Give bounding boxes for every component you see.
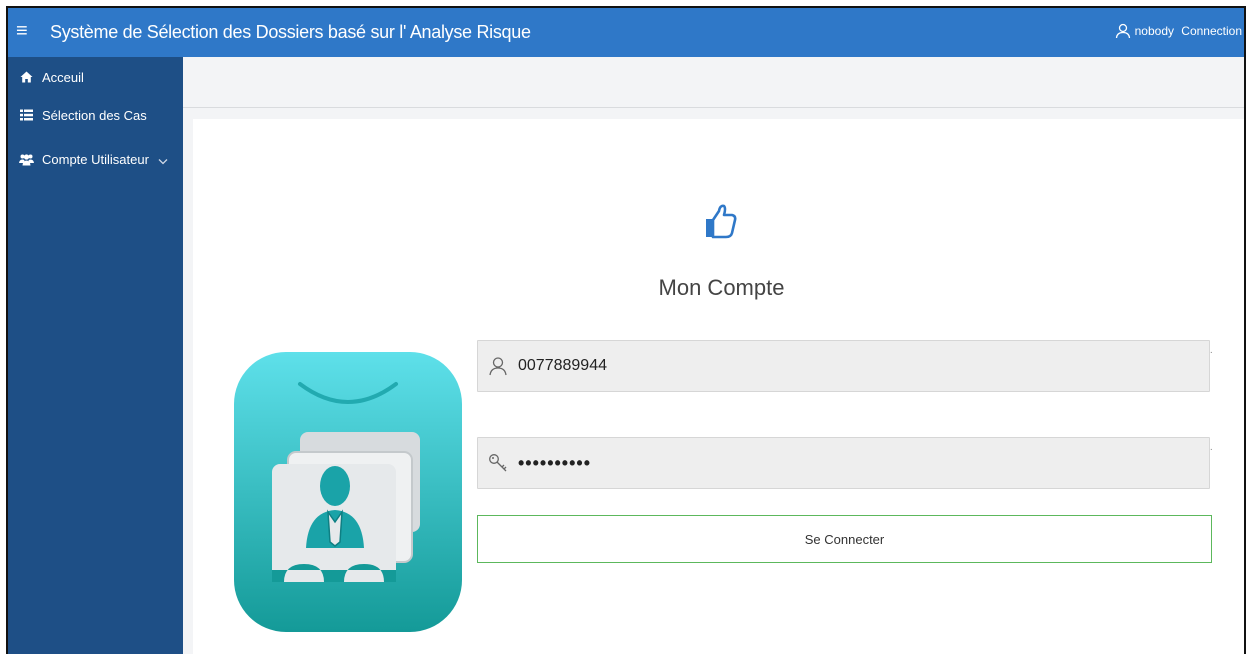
breadcrumb-bar xyxy=(183,57,1244,108)
page-title: Mon Compte xyxy=(658,275,785,300)
password-field[interactable]: •••••••••• · xyxy=(477,437,1213,489)
password-value: •••••••••• xyxy=(518,452,592,473)
top-bar: ≡ Système de Sélection des Dossiers basé… xyxy=(8,8,1244,57)
user-card-icon xyxy=(234,352,462,632)
user-menu[interactable]: nobody xyxy=(1115,23,1174,39)
sidebar-item-label: Sélection des Cas xyxy=(42,107,147,123)
field-marker: · xyxy=(1209,347,1213,358)
chevron-down-icon[interactable] xyxy=(158,153,168,168)
home-icon xyxy=(18,71,34,83)
sidebar-item-compte-utilisateur[interactable]: Compte Utilisateur xyxy=(8,141,183,177)
sidebar-item-label: Compte Utilisateur xyxy=(42,151,149,167)
users-icon xyxy=(18,153,34,166)
user-icon xyxy=(1115,23,1130,39)
login-card: Mon Compte 0077889944 · •••••••••• · Se … xyxy=(193,119,1244,654)
connection-link[interactable]: Connection xyxy=(1181,23,1242,39)
key-icon xyxy=(488,453,508,473)
user-name: nobody xyxy=(1134,24,1174,38)
username-value: 0077889944 xyxy=(518,357,607,374)
se-connecter-button[interactable]: Se Connecter xyxy=(477,515,1212,563)
hamburger-icon[interactable]: ≡ xyxy=(16,19,36,43)
list-icon xyxy=(18,109,34,121)
main-content: Mon Compte 0077889944 · •••••••••• · Se … xyxy=(183,57,1244,654)
sidebar: Acceuil Sélection des Cas Compte Utilisa… xyxy=(8,57,183,654)
field-marker: · xyxy=(1209,444,1213,455)
sidebar-item-label: Acceuil xyxy=(42,69,84,85)
app-window: ≡ Système de Sélection des Dossiers basé… xyxy=(6,6,1246,654)
app-title: Système de Sélection des Dossiers basé s… xyxy=(50,22,531,42)
sidebar-item-acceuil[interactable]: Acceuil xyxy=(8,59,183,95)
user-icon xyxy=(488,356,508,376)
sidebar-item-selection-des-cas[interactable]: Sélection des Cas xyxy=(8,97,183,133)
username-field[interactable]: 0077889944 · xyxy=(477,340,1213,392)
thumbs-up-icon xyxy=(706,204,737,239)
